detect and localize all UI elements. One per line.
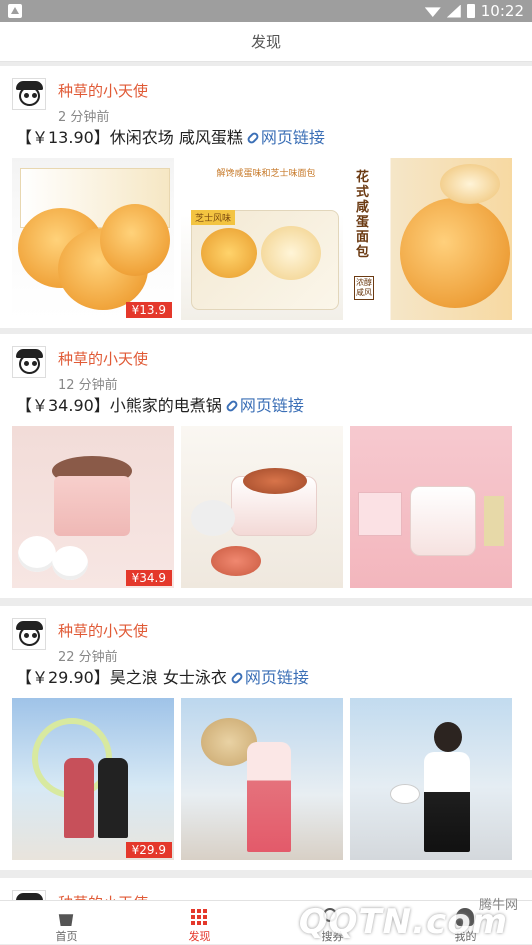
tab-home[interactable]: 首页 [0, 901, 133, 945]
web-link[interactable]: 网页链接 [245, 668, 309, 687]
status-time: 10:22 [480, 2, 524, 20]
product-image[interactable]: ¥13.9 [12, 158, 174, 320]
price-tag: ¥34.9 [125, 570, 172, 586]
post-card[interactable]: 种草的小天使 2 分钟前 【￥13.90】休闲农场 咸风蛋糕 网页链接 ¥13.9… [0, 66, 532, 328]
post-time: 22 分钟前 [58, 650, 118, 665]
post-card[interactable]: 种草的小天使 22 分钟前 【￥29.90】昊之浪 女士泳衣 网页链接 ¥29.9 [0, 606, 532, 870]
post-time: 2 分钟前 [58, 110, 110, 125]
product-image[interactable]: ¥29.9 [12, 698, 174, 860]
status-bar: 10:22 [0, 0, 532, 22]
image-caption: 解馋咸蛋味和芝士味面包 [216, 169, 316, 179]
tab-label: 首页 [55, 930, 78, 943]
price-tag: ¥13.9 [125, 302, 172, 318]
link-icon [224, 398, 239, 413]
product-image[interactable] [181, 698, 343, 860]
grid-icon [191, 909, 207, 925]
web-link[interactable]: 网页链接 [261, 128, 325, 147]
product-image[interactable]: 花式咸蛋面包 浓醇咸风 [350, 158, 512, 320]
image-caption: 浓醇咸风 [354, 276, 374, 300]
post-images: ¥34.9 [12, 426, 512, 588]
watermark: 腾牛网 QQTN.com [299, 886, 526, 944]
post-time: 12 分钟前 [58, 378, 118, 393]
author-name[interactable]: 种草的小天使 [58, 348, 148, 369]
flavor-badge: 芝士风味 [191, 210, 236, 225]
link-icon [229, 670, 244, 685]
author-name[interactable]: 种草的小天使 [58, 80, 148, 101]
post-images: ¥13.9 解馋咸蛋味和芝士味面包 芝士风味 花式咸蛋面包 浓醇咸风 [12, 158, 512, 320]
page-title: 发现 [0, 22, 532, 62]
author-name[interactable]: 种草的小天使 [58, 620, 148, 641]
cart-icon [58, 914, 74, 926]
tab-label: 发现 [188, 930, 211, 943]
post-title-text: 【￥29.90】昊之浪 女士泳衣 [16, 668, 227, 687]
post-title-text: 【￥34.90】小熊家的电煮锅 [16, 396, 222, 415]
post-title-text: 【￥13.90】休闲农场 咸风蛋糕 [16, 128, 243, 147]
post-title: 【￥34.90】小熊家的电煮锅 网页链接 [16, 392, 304, 416]
product-image[interactable] [181, 426, 343, 588]
battery-icon [466, 4, 475, 18]
avatar[interactable] [12, 346, 46, 378]
product-image[interactable]: 解馋咸蛋味和芝士味面包 芝士风味 [181, 158, 343, 320]
product-image[interactable] [350, 426, 512, 588]
post-title: 【￥13.90】休闲农场 咸风蛋糕 网页链接 [16, 124, 325, 148]
post-title: 【￥29.90】昊之浪 女士泳衣 网页链接 [16, 664, 309, 688]
link-icon [245, 130, 260, 145]
watermark-main: QQTN.com [298, 902, 508, 942]
image-caption: 花式咸蛋面包 [356, 170, 370, 260]
post-images: ¥29.9 [12, 698, 512, 860]
product-image[interactable] [350, 698, 512, 860]
notification-icon [8, 4, 22, 18]
product-image[interactable]: ¥34.9 [12, 426, 174, 588]
avatar[interactable] [12, 78, 46, 110]
price-tag: ¥29.9 [125, 842, 172, 858]
post-card[interactable]: 种草的小天使 12 分钟前 【￥34.90】小熊家的电煮锅 网页链接 ¥34.9 [0, 334, 532, 598]
wifi-icon [424, 7, 441, 17]
tab-discover[interactable]: 发现 [133, 901, 266, 945]
avatar[interactable] [12, 618, 46, 650]
web-link[interactable]: 网页链接 [240, 396, 304, 415]
signal-icon [446, 4, 461, 18]
